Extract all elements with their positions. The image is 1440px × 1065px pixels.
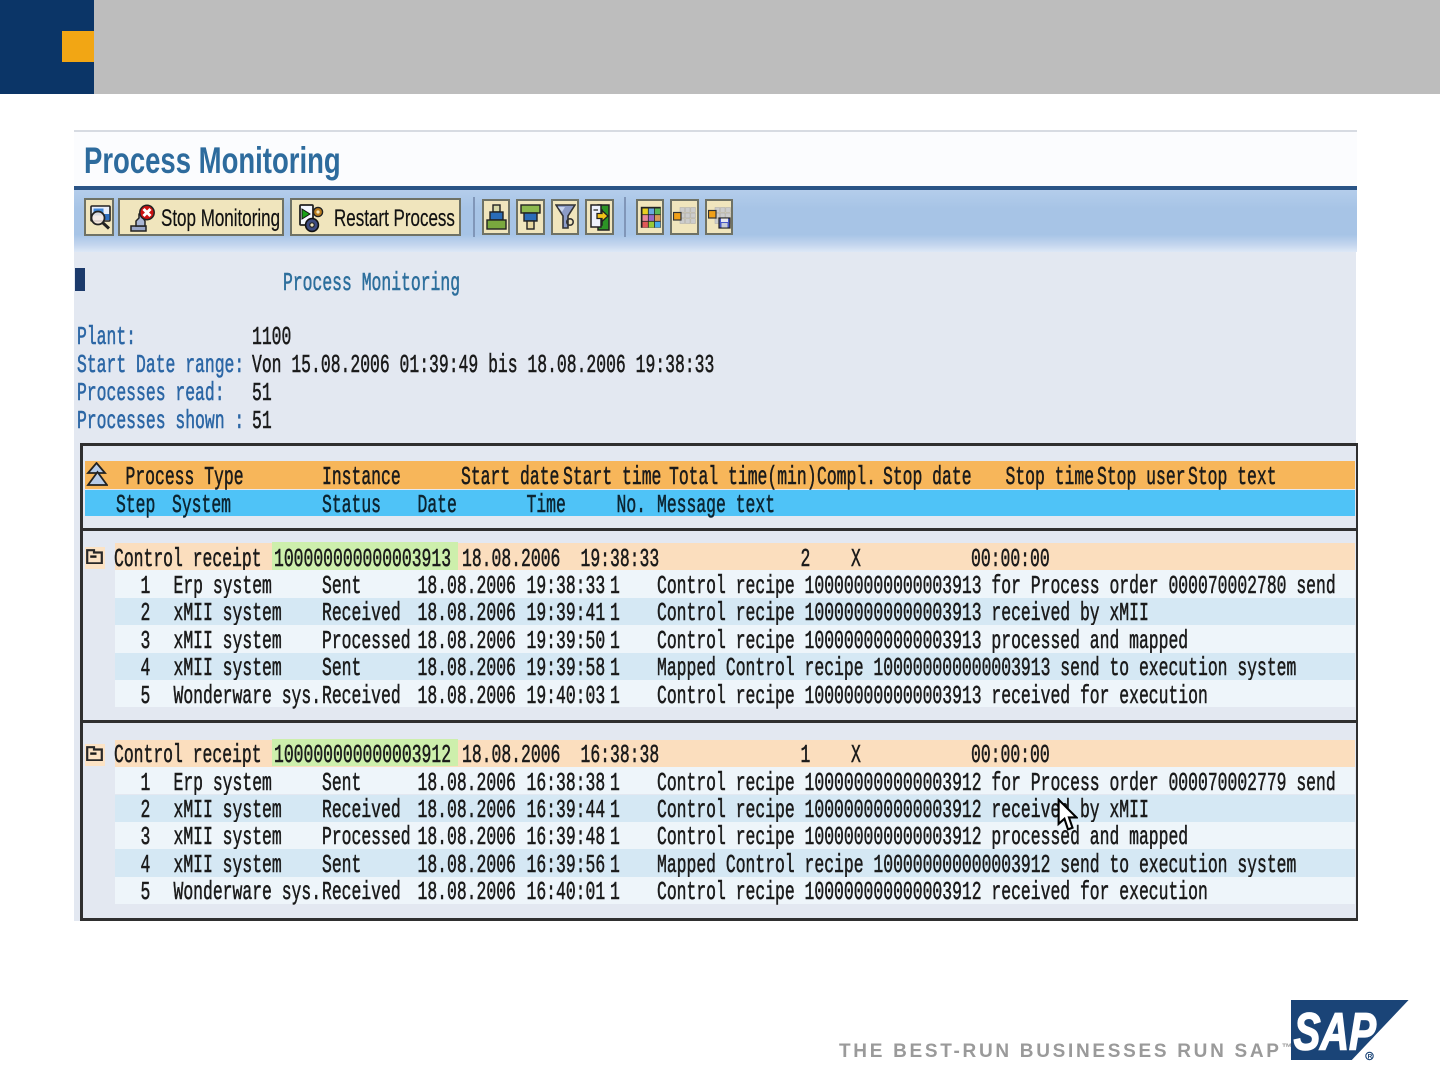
svg-text:SAP: SAP: [1293, 1002, 1377, 1060]
svg-text:R: R: [1368, 1053, 1373, 1060]
